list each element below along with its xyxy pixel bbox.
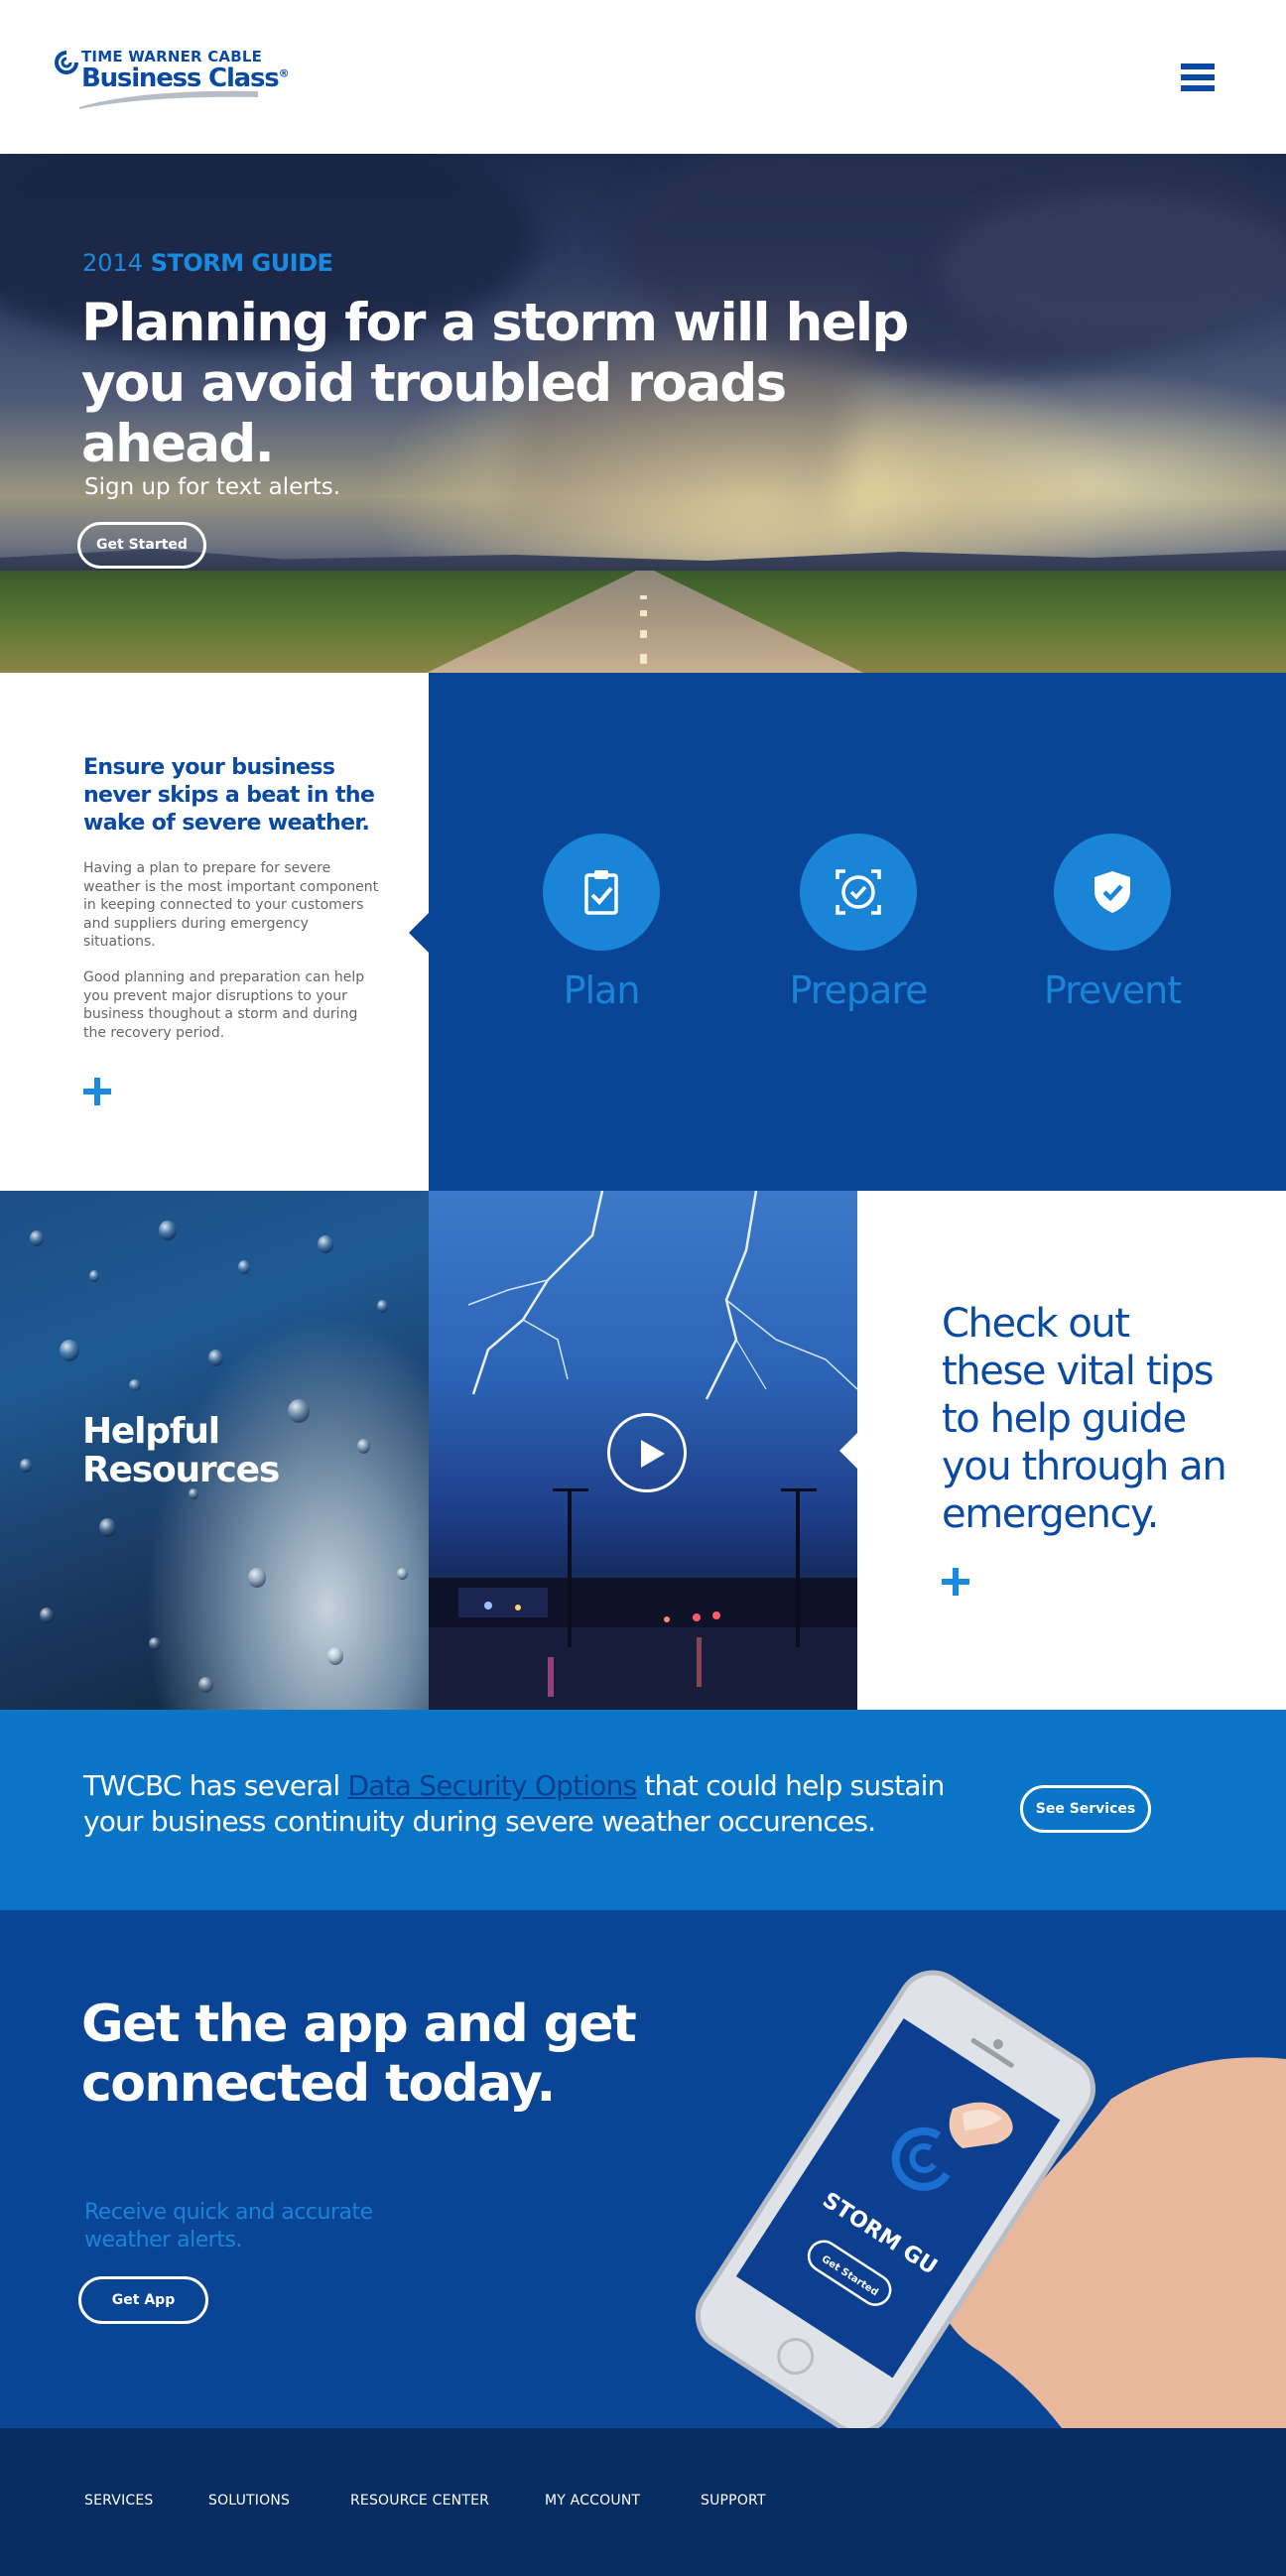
- data-security-options-link[interactable]: Data Security Options: [347, 1769, 637, 1802]
- plan-label: Plan: [563, 968, 641, 1012]
- expand-plus-icon[interactable]: [83, 1078, 111, 1105]
- tips-heading: Check out these vital tips to help guide…: [942, 1301, 1227, 1537]
- helpful-resources-title[interactable]: Helpful Resources: [82, 1412, 380, 1490]
- plan-circle[interactable]: [543, 834, 660, 951]
- twc-eye-logo-icon: [55, 51, 78, 74]
- prepare-circle[interactable]: [800, 834, 917, 951]
- ensure-paragraph-2: Good planning and preparation can help y…: [83, 969, 365, 1041]
- footer-link-resource-center[interactable]: RESOURCE CENTER: [350, 2493, 489, 2509]
- logo-swoosh: [79, 90, 258, 109]
- ensure-paragraph-1: Having a plan to prepare for severe weat…: [83, 860, 379, 951]
- get-app-button[interactable]: Get App: [78, 2276, 208, 2324]
- play-video-button[interactable]: [607, 1413, 687, 1492]
- panel-pointer: [839, 1431, 859, 1471]
- clipboard-check-icon: [584, 870, 618, 915]
- footer-link-services[interactable]: SERVICES: [84, 2493, 154, 2509]
- storm-guide-eyebrow: 2014 STORM GUIDE: [82, 249, 333, 277]
- see-services-button[interactable]: See Services: [1020, 1785, 1151, 1833]
- target-check-icon: [836, 869, 881, 915]
- hero-subtitle: Sign up for text alerts.: [84, 474, 341, 500]
- prevent-circle[interactable]: [1054, 834, 1171, 951]
- get-started-button[interactable]: Get Started: [77, 522, 206, 569]
- footer-link-solutions[interactable]: SOLUTIONS: [208, 2493, 290, 2509]
- hand-holding-phone-image: STORM GU Get Started: [695, 1970, 1286, 2428]
- app-subtitle: Receive quick and accurate weather alert…: [84, 2200, 373, 2253]
- hamburger-menu-icon[interactable]: [1181, 64, 1215, 91]
- footer-link-my-account[interactable]: MY ACCOUNT: [545, 2493, 640, 2509]
- ensure-heading: Ensure your business never skips a beat …: [83, 755, 375, 837]
- prepare-label: Prepare: [789, 968, 929, 1012]
- banner-text: TWCBC has several Data Security Options …: [83, 1769, 945, 1839]
- app-promo-section: STORM GU Get Started: [0, 1910, 1286, 2428]
- footer-link-support[interactable]: SUPPORT: [701, 2493, 766, 2509]
- twc-business-class-logo[interactable]: TIME WARNER CABLE Business Class®: [52, 48, 290, 109]
- site-footer: [0, 2428, 1286, 2576]
- app-title: Get the app and get connected today.: [81, 1995, 637, 2114]
- panel-pointer: [409, 913, 429, 953]
- prevent-label: Prevent: [1043, 968, 1182, 1012]
- hero-title: Planning for a storm will help you avoid…: [81, 293, 909, 474]
- expand-plus-icon[interactable]: [942, 1568, 969, 1596]
- shield-check-icon: [1094, 871, 1130, 913]
